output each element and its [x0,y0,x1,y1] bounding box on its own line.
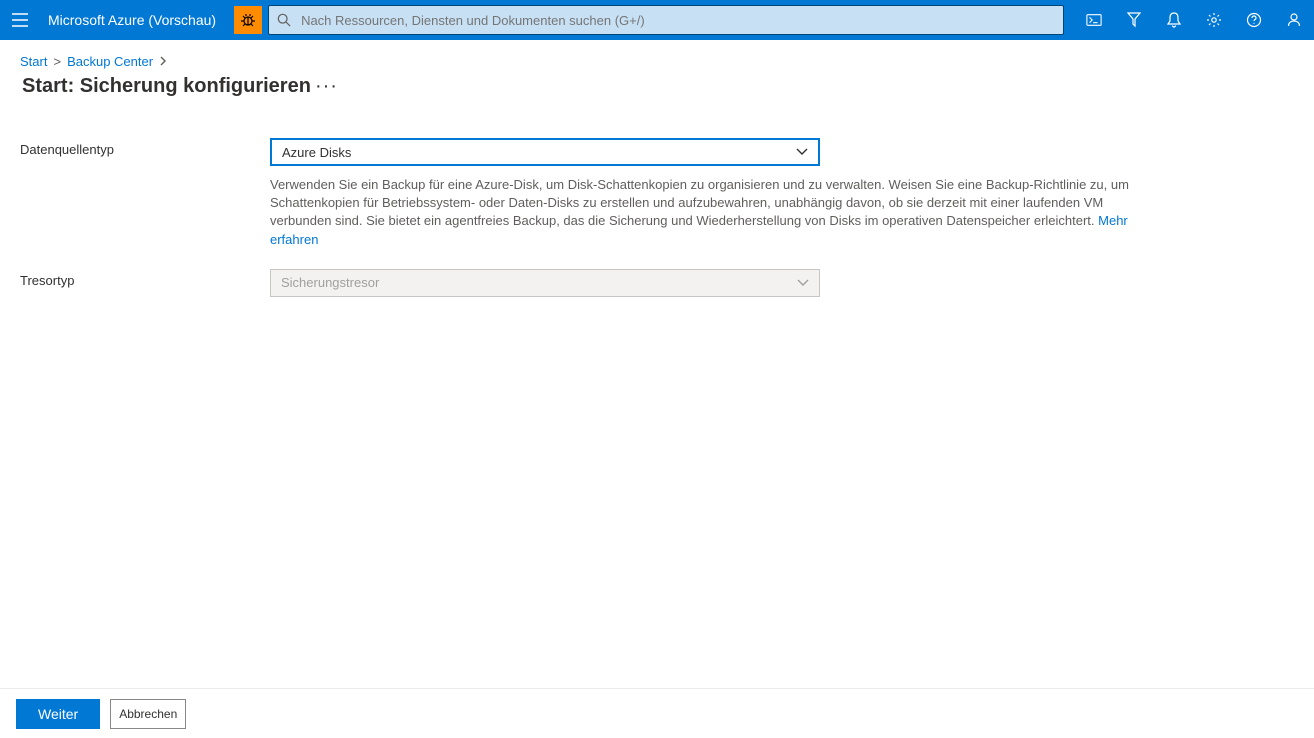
datasource-value: Azure Disks [282,145,351,160]
search-input[interactable] [299,6,1063,34]
chevron-down-icon [797,276,809,290]
chevron-down-icon [796,145,808,159]
top-bar: Microsoft Azure (Vorschau) [0,0,1314,40]
breadcrumb-backup-center[interactable]: Backup Center [67,54,153,69]
description-text: Verwenden Sie ein Backup für eine Azure-… [270,177,1129,228]
settings-button[interactable] [1194,0,1234,40]
filter-icon [1127,12,1141,28]
top-icons [1074,0,1314,40]
row-vault: Tresortyp Sicherungstresor [20,269,1314,297]
search-icon [277,13,291,27]
directory-filter-button[interactable] [1114,0,1154,40]
breadcrumb: Start > Backup Center [0,40,1314,69]
gear-icon [1206,12,1222,28]
next-button[interactable]: Weiter [16,699,100,729]
bug-icon [240,12,256,28]
breadcrumb-home[interactable]: Start [20,54,47,69]
vault-control: Sicherungstresor [270,269,820,297]
account-button[interactable] [1274,0,1314,40]
row-datasource: Datenquellentyp Azure Disks Verwenden Si… [20,138,1314,249]
more-menu-button[interactable]: ··· [315,75,338,98]
vault-label: Tresortyp [20,269,270,288]
search-box[interactable] [268,5,1064,35]
bell-icon [1167,12,1181,28]
brand-label[interactable]: Microsoft Azure (Vorschau) [40,12,234,28]
vault-value: Sicherungstresor [281,275,379,290]
hamburger-icon [12,13,28,27]
chevron-right-icon [159,55,167,69]
person-icon [1286,12,1302,28]
cloud-shell-icon [1086,13,1102,27]
help-icon [1246,12,1262,28]
help-button[interactable] [1234,0,1274,40]
vault-dropdown: Sicherungstresor [270,269,820,297]
breadcrumb-separator-1: > [53,54,61,69]
footer: Weiter Abbrechen [0,688,1314,738]
datasource-control: Azure Disks Verwenden Sie ein Backup für… [270,138,820,249]
menu-toggle[interactable] [0,0,40,40]
datasource-label: Datenquellentyp [20,138,270,157]
page-title-row: Start: Sicherung konfigurieren ··· [0,69,1314,98]
search-container [268,5,1064,35]
cloud-shell-button[interactable] [1074,0,1114,40]
datasource-description: Verwenden Sie ein Backup für eine Azure-… [270,176,1152,249]
cancel-button[interactable]: Abbrechen [110,699,186,729]
page-title: Start: Sicherung konfigurieren [22,75,311,98]
form-area: Datenquellentyp Azure Disks Verwenden Si… [0,98,1314,688]
datasource-dropdown[interactable]: Azure Disks [270,138,820,166]
preview-bug-button[interactable] [234,6,262,34]
notifications-button[interactable] [1154,0,1194,40]
